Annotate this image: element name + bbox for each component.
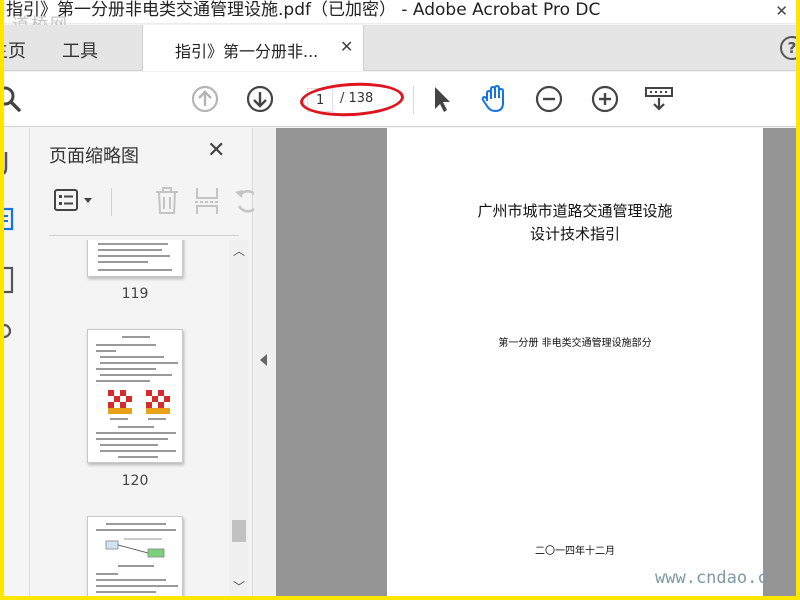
thumbnail-options-icon[interactable]: [53, 186, 97, 216]
collapse-panel-arrow-icon[interactable]: [260, 354, 267, 366]
panel-close-button[interactable]: ✕: [207, 138, 225, 163]
trash-icon[interactable]: [153, 186, 181, 216]
tab-close-button[interactable]: ✕: [340, 37, 353, 56]
attachment-icon[interactable]: [4, 150, 16, 176]
page-thumbnails-icon[interactable]: [4, 206, 20, 236]
page-thumbnail[interactable]: [87, 240, 183, 277]
tab-home[interactable]: 主页: [4, 37, 26, 63]
doc-title-line2: 设计技术指引: [529, 225, 620, 243]
thumbnail-page-label: 120: [121, 473, 149, 489]
barrier-image: [108, 390, 132, 414]
title-bar: 指引》第一分册非电类交通管理设施.pdf（已加密） - Adobe Acroba…: [4, 0, 796, 35]
thumbnail-page-label: 119: [121, 286, 149, 302]
reading-mode-icon[interactable]: [644, 84, 674, 114]
panel-splitter[interactable]: [254, 128, 276, 596]
panel-toolbar: [49, 180, 260, 236]
search-icon[interactable]: [4, 84, 24, 114]
panel-toolbar-separator: [111, 188, 112, 216]
document-view[interactable]: 广州市城市道路交通管理设施 设计技术指引 第一分册 非电类交通管理设施部分 二〇…: [276, 128, 796, 596]
tab-bar: 主页 工具 指引》第一分册非... ✕ ?: [4, 25, 796, 71]
panel-title: 页面缩略图: [49, 146, 139, 167]
thumbnail-scrollbar[interactable]: ︿ ﹀: [229, 240, 249, 596]
bookmarks-icon[interactable]: [4, 266, 20, 296]
document-page: 广州市城市道路交通管理设施 设计技术指引 第一分册 非电类交通管理设施部分 二〇…: [387, 128, 763, 596]
diagram-image: [105, 538, 165, 558]
toolbar-separator: [413, 86, 414, 114]
doc-subtitle: 第一分册 非电类交通管理设施部分: [498, 338, 652, 349]
signature-icon[interactable]: [4, 320, 20, 342]
select-arrow-icon[interactable]: [426, 84, 456, 114]
watermark-bottom: www.cndao.c: [655, 568, 768, 588]
left-rail: [4, 128, 30, 596]
doc-date: 二〇一四年十二月: [535, 546, 615, 557]
hand-tool-icon[interactable]: [480, 84, 510, 114]
page-thumbnail[interactable]: [87, 329, 183, 463]
scroll-down-arrow-icon[interactable]: ﹀: [233, 578, 245, 595]
scrollbar-thumb[interactable]: [232, 520, 246, 542]
extract-pages-icon[interactable]: [193, 186, 221, 216]
tab-document[interactable]: 指引》第一分册非... ✕: [142, 25, 364, 71]
toolbar: / 138: [4, 72, 796, 127]
tab-tools[interactable]: 工具: [62, 37, 98, 63]
window-title: 指引》第一分册非电类交通管理设施.pdf（已加密） - Adobe Acroba…: [6, 0, 601, 20]
doc-title-line1: 广州市城市道路交通管理设施: [477, 202, 673, 220]
zoom-out-icon[interactable]: [534, 84, 564, 114]
thumbnails-panel: 页面缩略图 ✕ 119 120 ︿ ﹀: [31, 128, 260, 596]
acrobat-window: 指引》第一分册非电类交通管理设施.pdf（已加密） - Adobe Acroba…: [4, 0, 796, 596]
thumbnail-list: 119 120: [31, 240, 231, 596]
red-annotation-ellipse: [299, 80, 405, 119]
window-close-button[interactable]: ✕: [775, 2, 788, 20]
scroll-up-arrow-icon[interactable]: ︿: [233, 242, 245, 259]
tab-document-label: 指引》第一分册非...: [175, 42, 319, 61]
help-button[interactable]: ?: [780, 36, 796, 60]
zoom-in-icon[interactable]: [590, 84, 620, 114]
page-thumbnail[interactable]: [87, 516, 183, 596]
page-up-icon[interactable]: [190, 84, 220, 114]
barrier-image: [146, 390, 170, 414]
page-down-icon[interactable]: [245, 84, 275, 114]
